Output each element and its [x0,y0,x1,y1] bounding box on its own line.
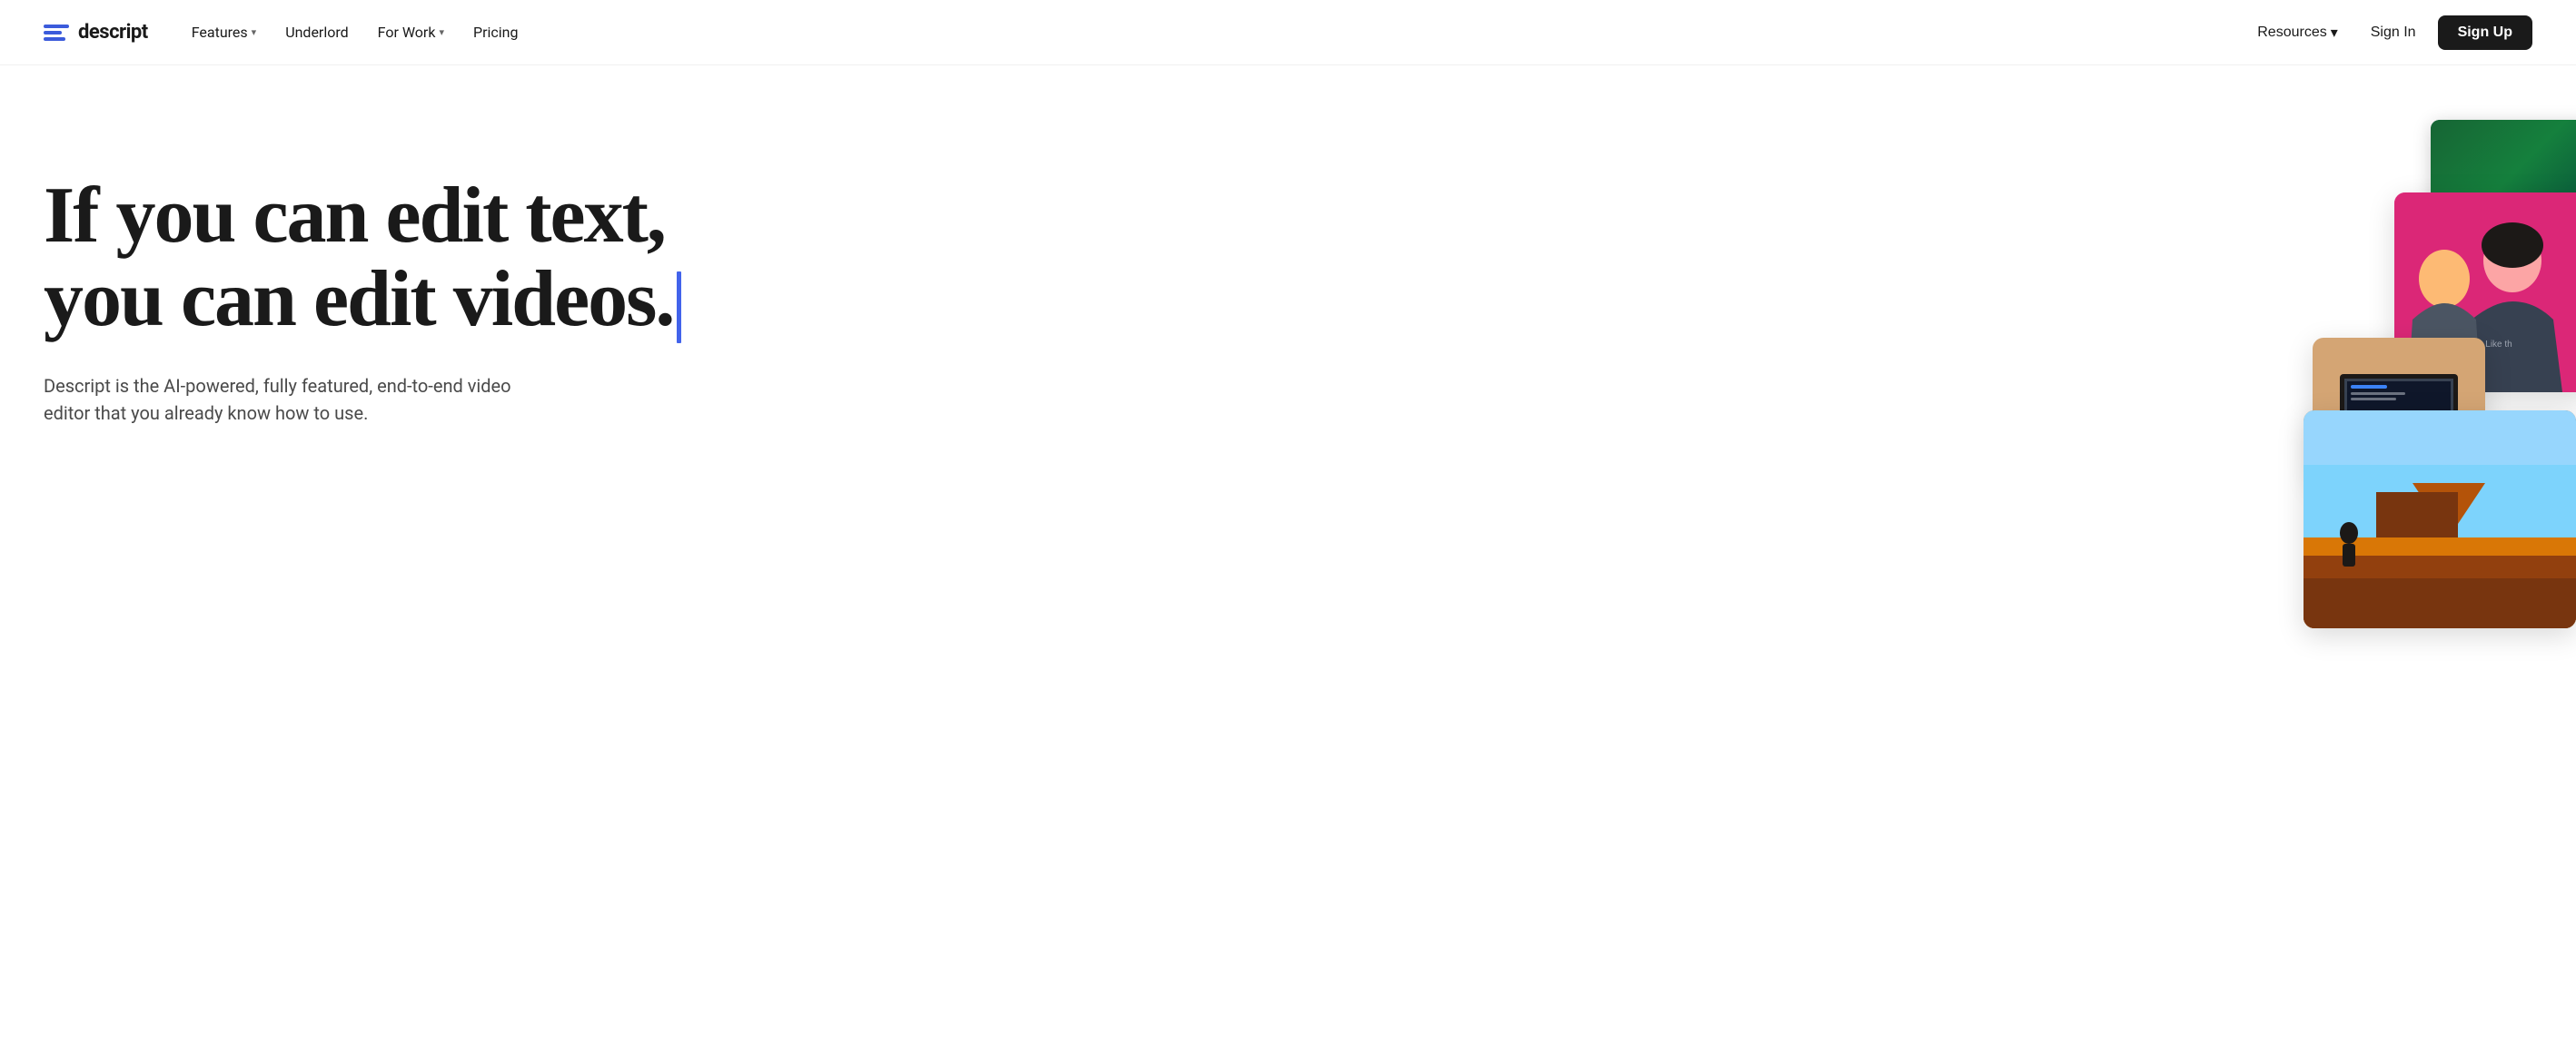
signin-button[interactable]: Sign In [2356,17,2431,48]
svg-text:Like th: Like th [2485,340,2512,350]
signup-button[interactable]: Sign Up [2438,15,2532,50]
nav-link-features[interactable]: Features ▾ [181,16,267,48]
hero-section: If you can edit text, you can edit video… [0,65,2576,1055]
logo-link[interactable]: descript [44,21,148,44]
cursor-icon [677,271,681,343]
nav-right: Resources ▾ Sign In Sign Up [2246,15,2532,50]
logo-icon [44,25,69,41]
hero-image-landscape [2304,410,2576,628]
hero-content: If you can edit text, you can edit video… [0,65,1546,1055]
nav-left: descript Features ▾ Underlord For Work ▾… [44,16,530,48]
chevron-down-icon: ▾ [439,26,444,38]
nav-link-for-work[interactable]: For Work ▾ [367,16,455,48]
nav-link-pricing[interactable]: Pricing [462,16,530,48]
logo-text: descript [78,21,148,44]
main-nav: descript Features ▾ Underlord For Work ▾… [0,0,2576,65]
hero-subtitle: Descript is the AI-powered, fully featur… [44,372,516,427]
hero-title: If you can edit text, you can edit video… [44,174,1502,343]
resources-button[interactable]: Resources ▾ [2246,16,2349,49]
hero-images: Like th [2213,120,2576,646]
chevron-down-icon: ▾ [252,26,257,38]
nav-links: Features ▾ Underlord For Work ▾ Pricing [181,16,530,48]
nav-link-underlord[interactable]: Underlord [274,16,359,48]
chevron-down-icon: ▾ [2331,24,2338,42]
